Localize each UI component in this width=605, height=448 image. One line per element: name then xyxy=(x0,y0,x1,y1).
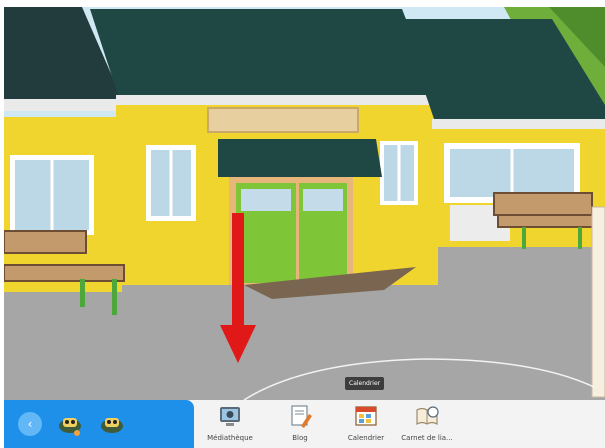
chevron-left-icon: ‹ xyxy=(27,417,33,431)
top-border xyxy=(0,0,605,7)
right-panel xyxy=(591,206,605,398)
bottom-dock: ‹ Médiathèque Blog Calendrier Carnet de … xyxy=(4,400,605,448)
dock-item-label: Médiathèque xyxy=(207,434,253,442)
character-icon[interactable] xyxy=(98,410,126,438)
dock-item-carnet[interactable]: Carnet de lia... xyxy=(398,400,456,448)
school-sign xyxy=(207,107,359,133)
dock-item-label: Carnet de lia... xyxy=(401,434,453,442)
dock-item-label: Blog xyxy=(292,434,308,442)
media-library-icon xyxy=(217,403,243,429)
dock-blue-section: ‹ xyxy=(4,400,194,448)
dock-item-label: Calendrier xyxy=(347,434,385,442)
character-icon[interactable] xyxy=(56,410,84,438)
right-bench-seat xyxy=(497,214,599,228)
back-button[interactable]: ‹ xyxy=(18,412,42,436)
school-scene[interactable] xyxy=(4,7,605,400)
calendar-tooltip: Calendrier xyxy=(345,377,385,390)
dock-item-calendrier[interactable]: Calendrier xyxy=(340,400,392,448)
left-roof-eave xyxy=(4,99,122,111)
app-window: Calendrier ‹ Médiathèque Blog Calendrier… xyxy=(0,0,605,448)
left-bench-seat xyxy=(4,264,125,282)
main-building-roof xyxy=(90,9,438,101)
calendar-icon xyxy=(353,403,379,429)
main-roof-eave xyxy=(116,95,442,105)
down-arrow-shaft xyxy=(232,213,244,329)
dock-item-blog[interactable]: Blog xyxy=(280,400,320,448)
notebook-icon xyxy=(414,403,440,429)
door-canopy xyxy=(218,139,382,177)
blog-icon xyxy=(287,403,313,429)
left-bench-back xyxy=(4,230,87,254)
dock-item-mediatheque[interactable]: Médiathèque xyxy=(200,400,260,448)
right-bench-back xyxy=(493,192,593,216)
right-roof-eave xyxy=(432,119,605,129)
